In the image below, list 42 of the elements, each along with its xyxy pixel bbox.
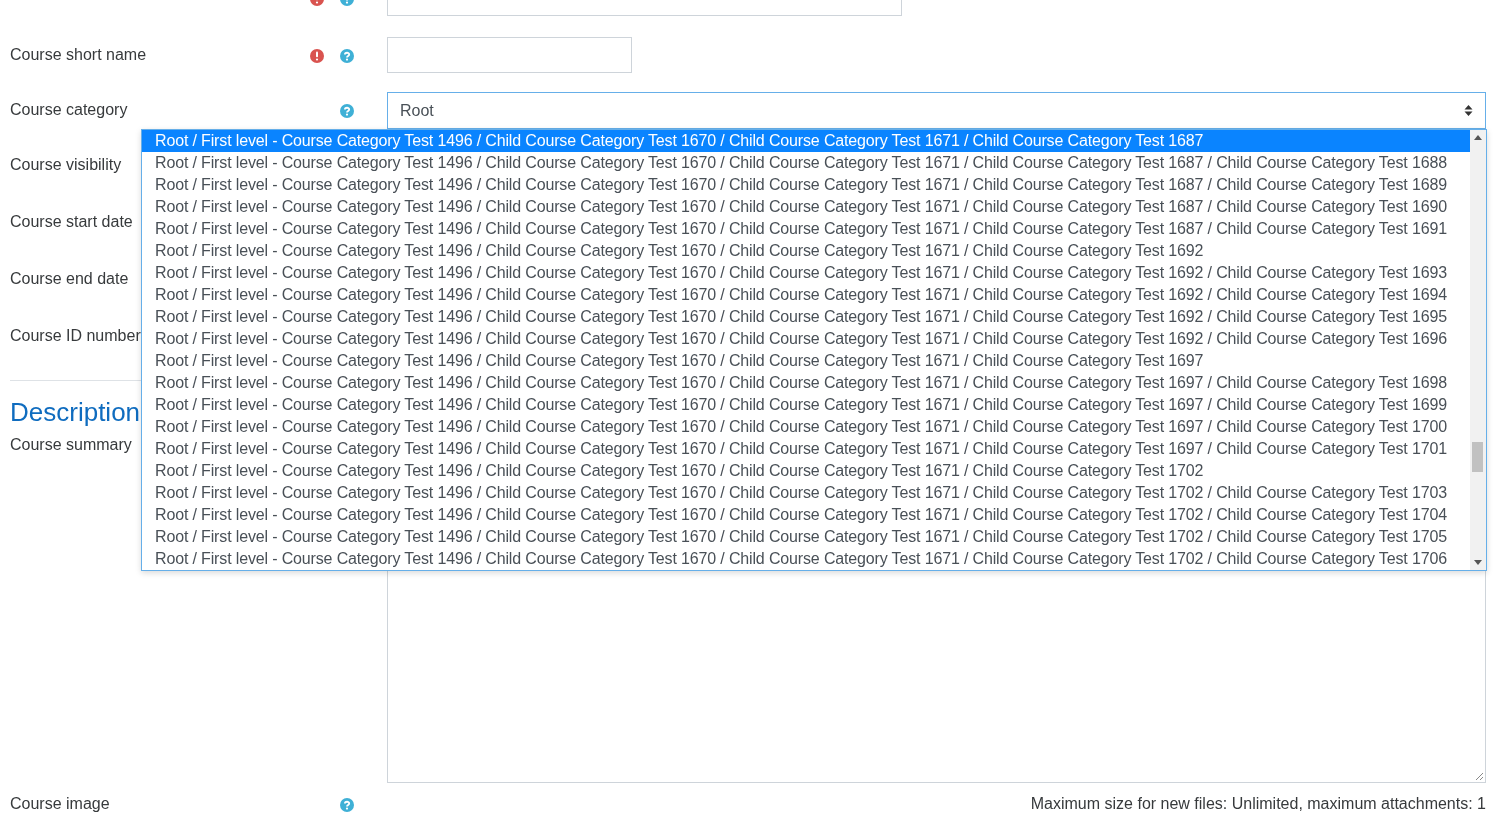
- dropdown-option[interactable]: Root / First level - Course Category Test 1496 / Child Course Category Test 1670 / Child Course Category Test 1671 / Child Course Category Test 1702: [142, 460, 1470, 482]
- category-select[interactable]: Root: [387, 92, 1486, 129]
- section-heading: Description: [10, 396, 141, 429]
- dropdown-option[interactable]: Root / First level - Course Category Test 1496 / Child Course Category Test 1670 / Child Course Category Test 1671 / Child Course Category Test 1692: [142, 240, 1470, 262]
- required-icon: [310, 49, 324, 63]
- caret-icon: [1464, 104, 1473, 117]
- field-label: Course end date: [10, 269, 129, 288]
- dropdown-option[interactable]: Root / First level - Course Category Test 1496 / Child Course Category Test 1670 / Child Course Category Test 1671 / Child Course Category Test 1687 / Child Course Category Test 1691: [142, 218, 1470, 240]
- dropdown-option[interactable]: Root / First level - Course Category Test 1496 / Child Course Category Test 1670 / Child Course Category Test 1671 / Child Course Category Test 1692 / Child Course Category Test 1696: [142, 328, 1470, 350]
- help-icon[interactable]: [340, 798, 354, 812]
- scrollbar[interactable]: [1470, 130, 1486, 570]
- field-label: Course short name: [10, 45, 147, 64]
- scrollbar-thumb[interactable]: [1472, 442, 1483, 472]
- field-label: Course summary: [10, 435, 132, 454]
- dropdown-option[interactable]: Root / First level - Course Category Test 1496 / Child Course Category Test 1670 / Child Course Category Test 1671 / Child Course Category Test 1687 / Child Course Category Test 1688: [142, 152, 1470, 174]
- help-icon[interactable]: [340, 104, 354, 118]
- field-label: Course ID number: [10, 326, 141, 345]
- dropdown-option[interactable]: Root / First level - Course Category Test 1496 / Child Course Category Test 1670 / Child Course Category Test 1671 / Child Course Category Test 1702 / Child Course Category Test 1706: [142, 548, 1470, 570]
- dropdown-option[interactable]: Root / First level - Course Category Test 1496 / Child Course Category Test 1670 / Child Course Category Test 1671 / Child Course Category Test 1697: [142, 350, 1470, 372]
- dropdown-option[interactable]: Root / First level - Course Category Test 1496 / Child Course Category Test 1670 / Child Course Category Test 1671 / Child Course Category Test 1702 / Child Course Category Test 1703: [142, 482, 1470, 504]
- dropdown-option[interactable]: Root / First level - Course Category Test 1496 / Child Course Category Test 1670 / Child Course Category Test 1671 / Child Course Category Test 1702 / Child Course Category Test 1705: [142, 526, 1470, 548]
- dropdown-option[interactable]: Root / First level - Course Category Test 1496 / Child Course Category Test 1670 / Child Course Category Test 1671 / Child Course Category Test 1687: [142, 130, 1470, 152]
- dropdown-option[interactable]: Root / First level - Course Category Test 1496 / Child Course Category Test 1670 / Child Course Category Test 1671 / Child Course Category Test 1692 / Child Course Category Test 1694: [142, 284, 1470, 306]
- field-label: Course visibility: [10, 155, 122, 174]
- scroll-down-icon[interactable]: [1473, 559, 1483, 565]
- dropdown-option[interactable]: Root / First level - Course Category Test 1496 / Child Course Category Test 1670 / Child Course Category Test 1671 / Child Course Category Test 1697 / Child Course Category Test 1701: [142, 438, 1470, 460]
- text-input[interactable]: [387, 37, 632, 73]
- dropdown-option[interactable]: Root / First level - Course Category Test 1496 / Child Course Category Test 1670 / Child Course Category Test 1671 / Child Course Category Test 1687 / Child Course Category Test 1690: [142, 196, 1470, 218]
- dropdown-option[interactable]: Root / First level - Course Category Test 1496 / Child Course Category Test 1670 / Child Course Category Test 1671 / Child Course Category Test 1697 / Child Course Category Test 1699: [142, 394, 1470, 416]
- upload-limit-note: Maximum size for new files: Unlimited, maximum attachments: 1: [1030, 795, 1486, 813]
- scroll-up-icon[interactable]: [1473, 135, 1483, 141]
- dropdown-option[interactable]: Root / First level - Course Category Test 1496 / Child Course Category Test 1670 / Child Course Category Test 1671 / Child Course Category Test 1692 / Child Course Category Test 1693: [142, 262, 1470, 284]
- resize-grip-icon[interactable]: [1475, 772, 1484, 781]
- dropdown-option[interactable]: Root / First level - Course Category Test 1496 / Child Course Category Test 1670 / Child Course Category Test 1671 / Child Course Category Test 1702 / Child Course Category Test 1704: [142, 504, 1470, 526]
- dropdown-option[interactable]: Root / First level - Course Category Test 1496 / Child Course Category Test 1670 / Child Course Category Test 1671 / Child Course Category Test 1687 / Child Course Category Test 1689: [142, 174, 1470, 196]
- field-label: Course category: [10, 100, 128, 119]
- dropdown-option[interactable]: Root / First level - Course Category Test 1496 / Child Course Category Test 1670 / Child Course Category Test 1671 / Child Course Category Test 1697 / Child Course Category Test 1698: [142, 372, 1470, 394]
- dropdown-option[interactable]: Root / First level - Course Category Test 1496 / Child Course Category Test 1670 / Child Course Category Test 1671 / Child Course Category Test 1697 / Child Course Category Test 1700: [142, 416, 1470, 438]
- field-label: Course image: [10, 795, 110, 813]
- help-icon[interactable]: [340, 49, 354, 63]
- dropdown-option[interactable]: Root / First level - Course Category Test 1496 / Child Course Category Test 1670 / Child Course Category Test 1671 / Child Course Category Test 1692 / Child Course Category Test 1695: [142, 306, 1470, 328]
- field-label: Course start date: [10, 212, 133, 231]
